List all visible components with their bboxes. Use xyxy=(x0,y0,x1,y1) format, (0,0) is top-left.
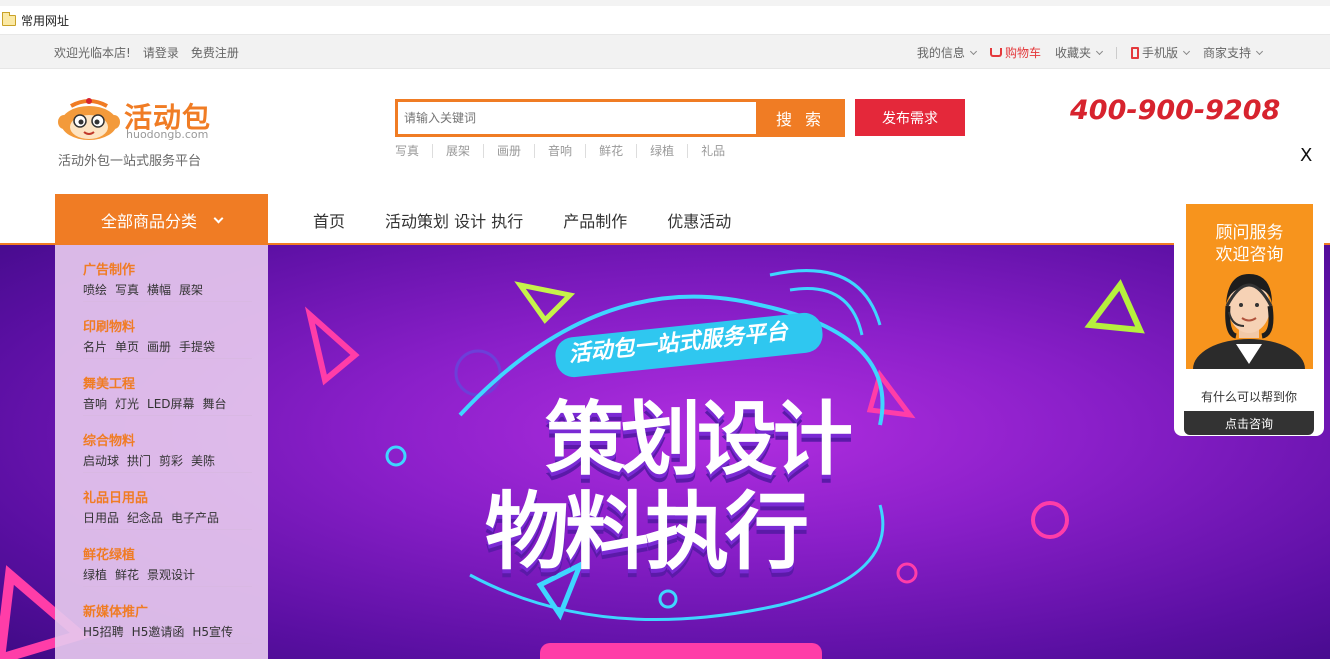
category-sub-link[interactable]: 日用品 xyxy=(83,509,119,526)
welcome-text: 欢迎光临本店! xyxy=(54,46,131,60)
category-sidebar: 广告制作 喷绘 写真 横幅 展架 印刷物料 名片 单页 画册 手提袋 舞美工程 … xyxy=(55,245,268,659)
category-group[interactable]: 礼品日用品 日用品 纪念品 电子产品 xyxy=(83,473,252,530)
category-title[interactable]: 广告制作 xyxy=(83,259,252,278)
nav-item-production[interactable]: 产品制作 xyxy=(563,208,627,232)
category-sub-link[interactable]: 喷绘 xyxy=(83,281,107,298)
nav-item-promotions[interactable]: 优惠活动 xyxy=(667,208,731,232)
category-sub-link[interactable]: 鲜花 xyxy=(115,566,139,583)
category-sub-link[interactable]: 美陈 xyxy=(191,452,215,469)
mobile-menu[interactable]: 手机版 xyxy=(1130,44,1191,61)
nav-item-planning[interactable]: 活动策划 设计 执行 xyxy=(385,208,523,232)
search-button[interactable]: 搜 索 xyxy=(756,99,845,137)
search-input[interactable] xyxy=(395,99,756,137)
publish-request-button[interactable]: 发布需求 xyxy=(855,99,965,136)
hot-keyword[interactable]: 鲜花 xyxy=(585,144,636,158)
category-sub-link[interactable]: 拱门 xyxy=(127,452,151,469)
my-info-label: 我的信息 xyxy=(916,46,965,60)
category-sub-link[interactable]: 绿植 xyxy=(83,566,107,583)
hotline-number: 400-900-9208 xyxy=(1070,95,1281,126)
category-title[interactable]: 新媒体推广 xyxy=(83,601,252,620)
bookmarks-bar: 常用网址 xyxy=(0,0,1330,35)
monkey-mascot-icon xyxy=(58,98,120,140)
category-group[interactable]: 鲜花绿植 绿植 鲜花 景观设计 xyxy=(83,530,252,587)
category-group[interactable]: 印刷物料 名片 单页 画册 手提袋 xyxy=(83,302,252,359)
hot-keyword[interactable]: 绿植 xyxy=(636,144,687,158)
hot-keyword[interactable]: 音响 xyxy=(534,144,585,158)
site-topbar: 欢迎光临本店! 请登录 免费注册 我的信息 购物车 收藏夹 手机版 商家支持 xyxy=(0,35,1330,69)
consultant-photo: 顾问服务 欢迎咨询 xyxy=(1186,204,1313,369)
brand-domain: huodongb.com xyxy=(126,128,209,141)
banner-line2: 物料执行 xyxy=(485,483,809,581)
category-title[interactable]: 综合物料 xyxy=(83,430,252,449)
category-sub-link[interactable]: 纪念品 xyxy=(127,509,163,526)
nav-item-home[interactable]: 首页 xyxy=(313,208,345,232)
category-sub-link[interactable]: 灯光 xyxy=(115,395,139,412)
chevron-down-icon xyxy=(1095,47,1104,55)
mobile-label: 手机版 xyxy=(1141,46,1178,60)
category-sub-link[interactable]: LED屏幕 xyxy=(147,395,195,412)
cart-icon xyxy=(989,48,1002,57)
favorites-label: 收藏夹 xyxy=(1054,46,1091,60)
site-logo[interactable]: 活动包 huodongb.com xyxy=(56,96,216,144)
chevron-down-icon xyxy=(1182,47,1191,55)
category-title[interactable]: 鲜花绿植 xyxy=(83,544,252,563)
category-sub-link[interactable]: 展架 xyxy=(179,281,203,298)
category-sub-link[interactable]: 画册 xyxy=(147,338,171,355)
search-bar: 搜 索 xyxy=(395,99,845,137)
all-categories-label: 全部商品分类 xyxy=(100,211,197,231)
register-link[interactable]: 免费注册 xyxy=(191,44,239,61)
category-group[interactable]: 舞美工程 音响 灯光 LED屏幕 舞台 xyxy=(83,359,252,416)
phone-icon xyxy=(1130,46,1139,59)
category-sub-link[interactable]: H5宣传 xyxy=(192,623,233,640)
headset-agent-icon xyxy=(1193,274,1305,369)
folder-icon xyxy=(2,11,16,26)
close-icon[interactable]: X xyxy=(1300,145,1312,166)
consult-question: 有什么可以帮到你 xyxy=(1200,390,1297,404)
main-nav: 首页 活动策划 设计 执行 产品制作 优惠活动 xyxy=(313,208,731,232)
category-group[interactable]: 新媒体推广 H5招聘 H5邀请函 H5宣传 xyxy=(83,587,252,644)
hot-keyword[interactable]: 礼品 xyxy=(687,144,738,158)
merchant-menu[interactable]: 商家支持 xyxy=(1202,44,1264,61)
category-group[interactable]: 综合物料 启动球 拱门 剪彩 美陈 xyxy=(83,416,252,473)
hot-keyword[interactable]: 写真 xyxy=(395,144,432,158)
category-sub-link[interactable]: 横幅 xyxy=(147,281,171,298)
slogan: 活动外包一站式服务平台 xyxy=(58,154,202,169)
category-sub-link[interactable]: 写真 xyxy=(115,281,139,298)
hot-keyword[interactable]: 展架 xyxy=(432,144,483,158)
category-sub-link[interactable]: H5邀请函 xyxy=(132,623,185,640)
consult-widget: 顾问服务 欢迎咨询 有什么可以帮到你 点击咨询 xyxy=(1174,195,1324,436)
hot-keyword[interactable]: 画册 xyxy=(483,144,534,158)
category-sub-link[interactable]: 剪彩 xyxy=(159,452,183,469)
chevron-down-icon xyxy=(969,47,977,55)
hot-keywords: 写真 展架 画册 音响 鲜花 绿植 礼品 xyxy=(395,144,738,158)
category-group[interactable]: 广告制作 喷绘 写真 横幅 展架 xyxy=(83,245,252,302)
favorites-menu[interactable]: 收藏夹 xyxy=(1054,44,1104,61)
my-info-menu[interactable]: 我的信息 xyxy=(916,44,977,61)
category-sub-link[interactable]: 舞台 xyxy=(203,395,227,412)
category-title[interactable]: 印刷物料 xyxy=(83,316,252,335)
category-sub-link[interactable]: 手提袋 xyxy=(179,338,215,355)
category-sub-link[interactable]: 音响 xyxy=(83,395,107,412)
category-sub-link[interactable]: 电子产品 xyxy=(171,509,219,526)
all-categories-button[interactable]: 全部商品分类 xyxy=(55,194,268,245)
bookmark-folder-label[interactable]: 常用网址 xyxy=(21,12,69,29)
category-sub-link[interactable]: 启动球 xyxy=(83,452,119,469)
category-sub-link[interactable]: H5招聘 xyxy=(83,623,124,640)
category-sub-link[interactable]: 名片 xyxy=(83,338,107,355)
cart-link[interactable]: 购物车 xyxy=(989,44,1041,61)
cart-label: 购物车 xyxy=(1004,46,1041,60)
category-title[interactable]: 礼品日用品 xyxy=(83,487,252,506)
chevron-down-icon xyxy=(1255,47,1264,55)
merchant-label: 商家支持 xyxy=(1202,46,1251,60)
category-sub-link[interactable]: 单页 xyxy=(115,338,139,355)
category-sub-link[interactable]: 景观设计 xyxy=(147,566,195,583)
divider xyxy=(1115,46,1117,59)
chevron-down-icon xyxy=(213,213,224,223)
category-title[interactable]: 舞美工程 xyxy=(83,373,252,392)
consult-button[interactable]: 点击咨询 xyxy=(1184,411,1314,435)
login-link[interactable]: 请登录 xyxy=(143,44,179,61)
